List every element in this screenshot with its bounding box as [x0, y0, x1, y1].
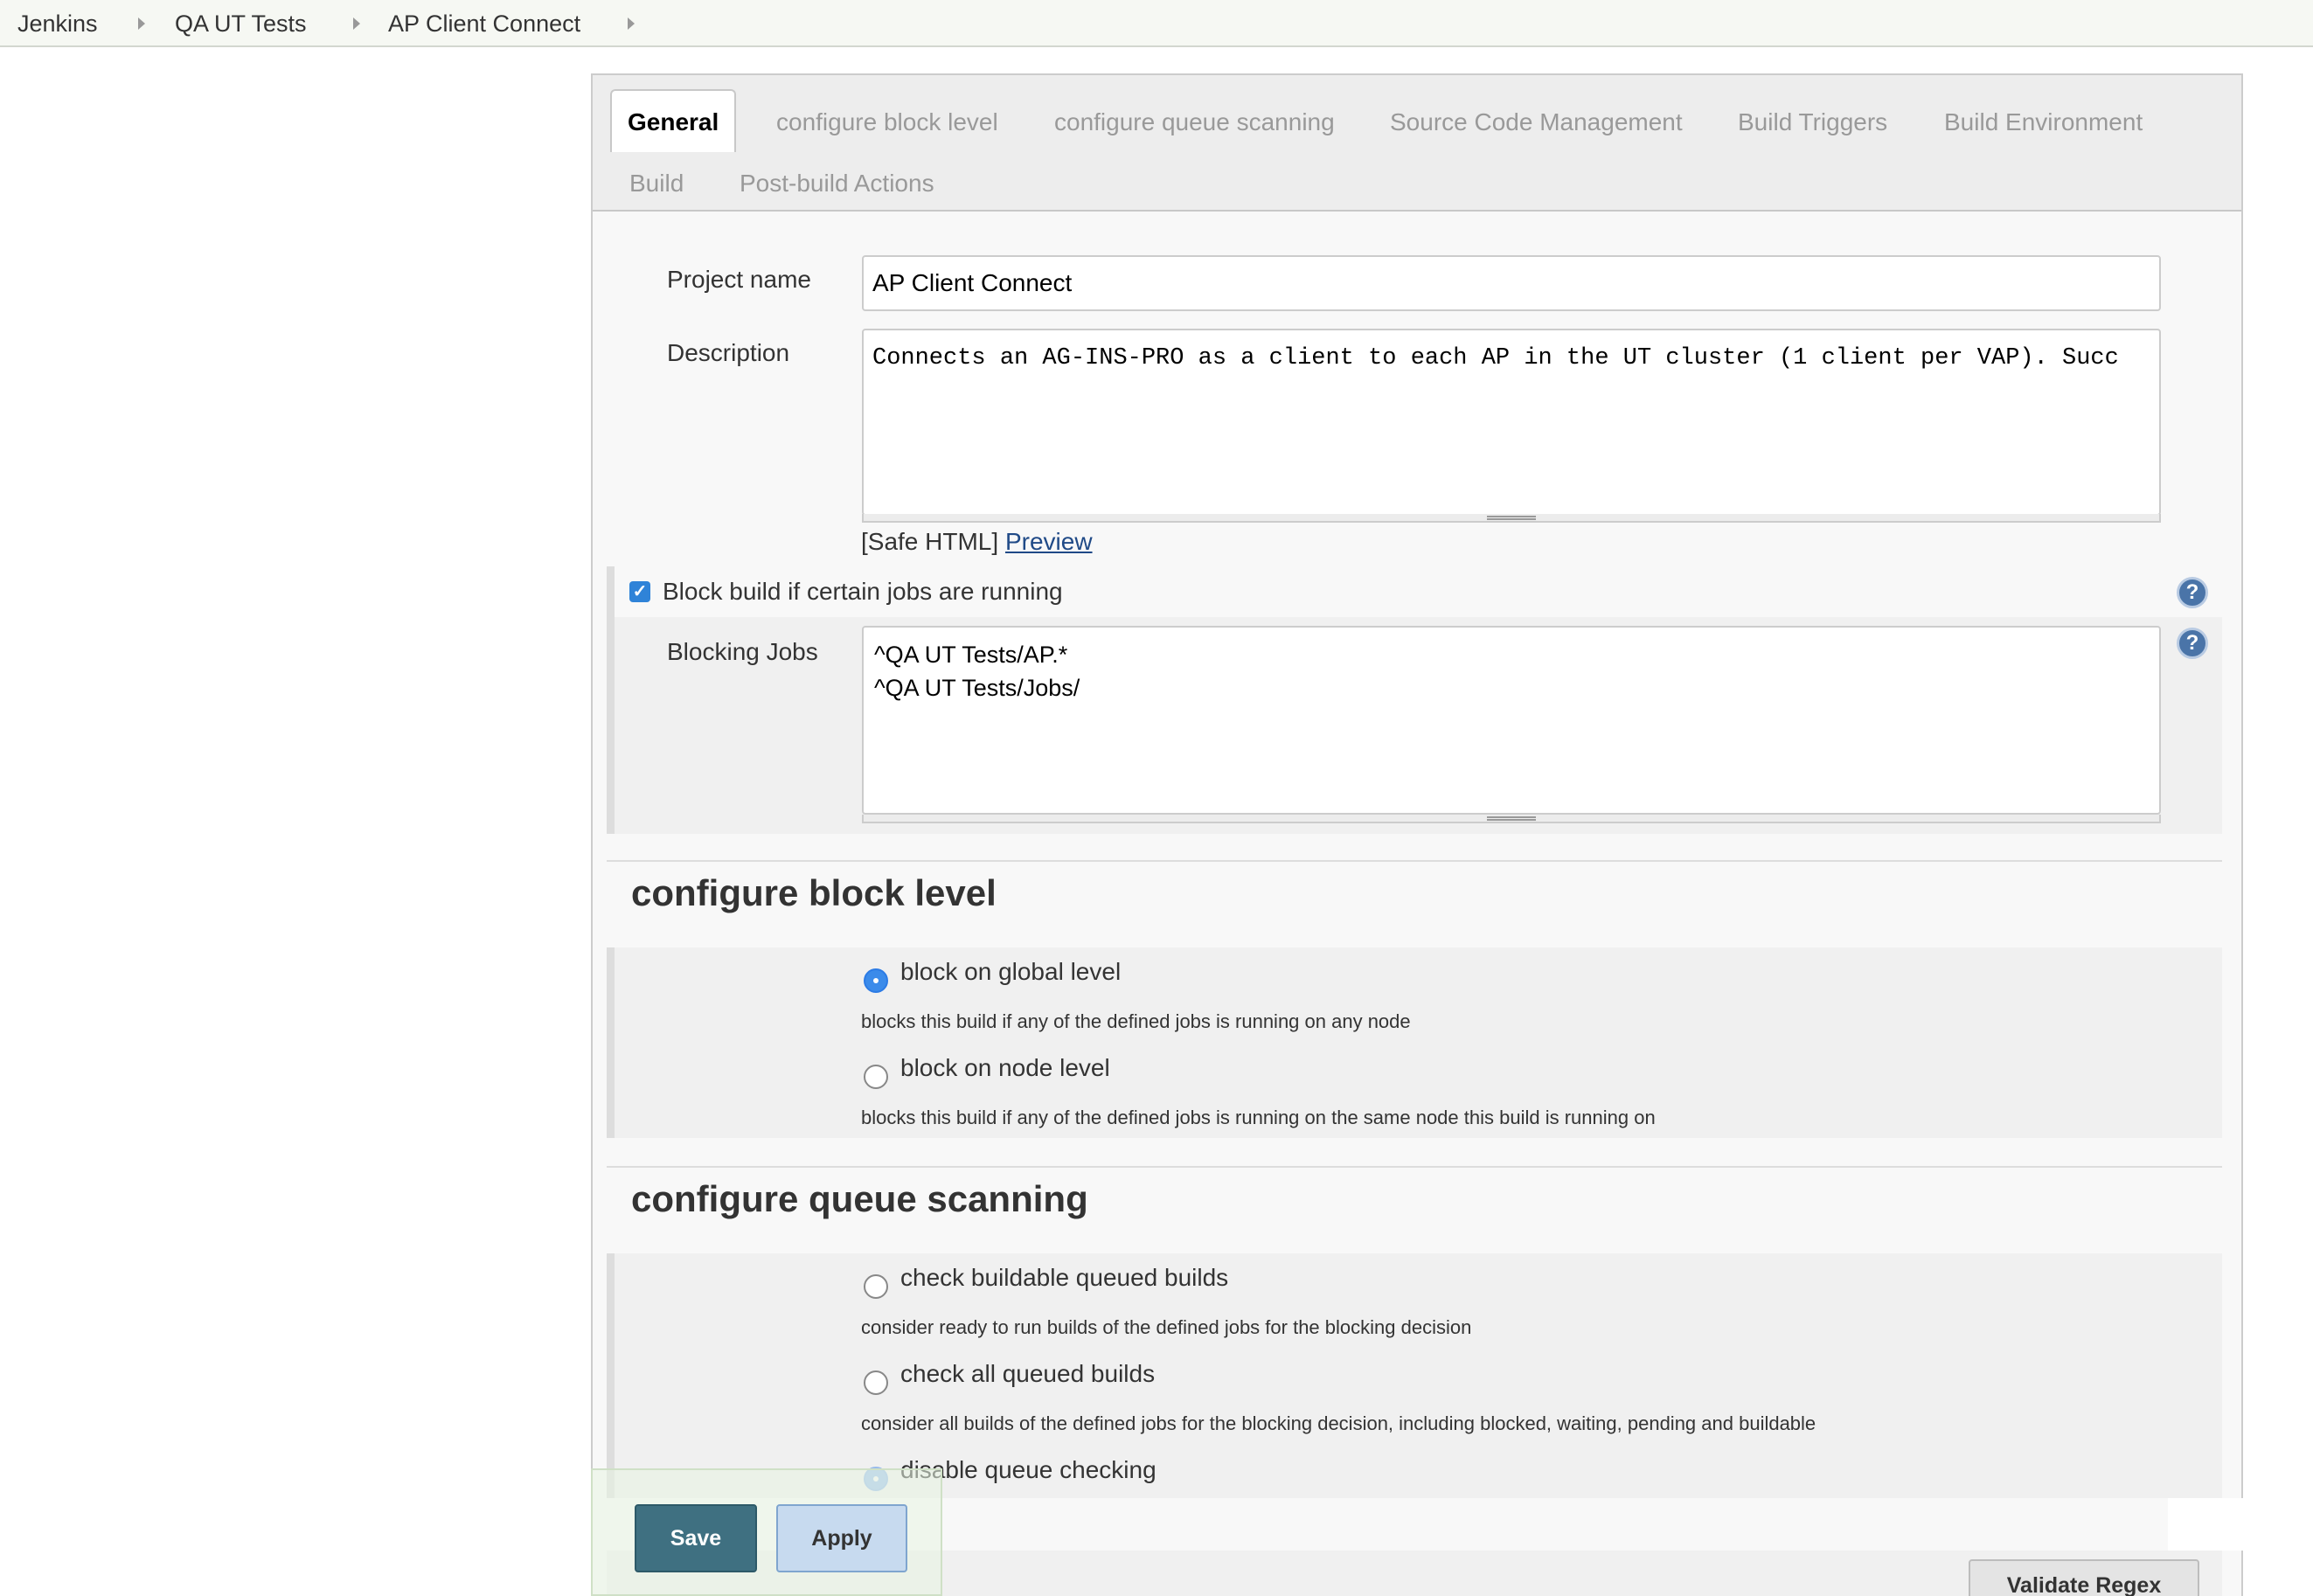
breadcrumb-jenkins[interactable]: Jenkins [17, 0, 98, 47]
safe-html-row: [Safe HTML] Preview [861, 528, 1093, 556]
apply-button[interactable]: Apply [776, 1504, 907, 1572]
block-build-label: Block build if certain jobs are running [663, 578, 1063, 605]
project-name-label: Project name [667, 266, 811, 293]
breadcrumb: Jenkins QA UT Tests AP Client Connect [0, 0, 2313, 47]
check-all-queued-description: consider all builds of the defined jobs … [861, 1412, 1816, 1434]
breadcrumb-ap-client-connect[interactable]: AP Client Connect [388, 0, 580, 47]
tab-build-environment[interactable]: Build Environment [1944, 105, 2143, 140]
block-build-checkbox[interactable]: ✓ [629, 581, 650, 602]
description-textarea[interactable]: Connects an AG-INS-PRO as a client to ea… [862, 329, 2161, 516]
safe-html-label: [Safe HTML] [861, 528, 999, 555]
blocking-jobs-resize-handle[interactable] [862, 815, 2161, 823]
block-global-level-description: blocks this build if any of the defined … [861, 1010, 1411, 1032]
tab-build[interactable]: Build [629, 166, 684, 201]
blocking-jobs-textarea[interactable]: ^QA UT Tests/AP.* ^QA UT Tests/Jobs/ [862, 626, 2161, 815]
tab-source-code-management[interactable]: Source Code Management [1390, 105, 1683, 140]
divider [607, 860, 2222, 862]
block-node-level-label: block on node level [900, 1054, 1110, 1081]
tab-bar: General configure block level configure … [593, 75, 2241, 212]
radio-check-buildable-queued[interactable] [864, 1274, 888, 1299]
check-all-queued-label: check all queued builds [900, 1360, 1156, 1387]
checkmark-icon: ✓ [632, 582, 648, 601]
blocking-jobs-text: ^QA UT Tests/AP.* ^QA UT Tests/Jobs/ [874, 642, 1080, 701]
block-level-title: configure block level [631, 872, 997, 913]
panel-gap [2168, 1498, 2243, 1551]
radio-check-all-queued[interactable] [864, 1370, 888, 1395]
radio-block-global-level[interactable] [864, 968, 888, 993]
help-question-icon[interactable]: ? [2177, 577, 2208, 608]
description-text: Connects an AG-INS-PRO as a client to ea… [872, 345, 2119, 371]
preview-link[interactable]: Preview [1005, 528, 1093, 555]
blocking-jobs-label: Blocking Jobs [667, 638, 818, 665]
description-resize-handle[interactable] [862, 514, 2161, 523]
tab-build-triggers[interactable]: Build Triggers [1738, 105, 1887, 140]
queue-scanning-section [607, 1253, 2222, 1498]
queue-scanning-title: configure queue scanning [631, 1178, 1088, 1219]
radio-block-node-level[interactable] [864, 1065, 888, 1089]
caret-right-icon[interactable] [628, 17, 635, 30]
tab-general[interactable]: General [610, 89, 737, 152]
project-name-input[interactable]: AP Client Connect [862, 255, 2161, 311]
description-label: Description [667, 339, 790, 366]
grip-icon [1487, 816, 1536, 821]
grip-icon [1487, 516, 1536, 520]
block-node-level-description: blocks this build if any of the defined … [861, 1107, 1656, 1128]
block-global-level-label: block on global level [900, 958, 1122, 985]
breadcrumb-qa-ut-tests[interactable]: QA UT Tests [175, 0, 307, 47]
check-buildable-queued-description: consider ready to run builds of the defi… [861, 1316, 1472, 1338]
check-buildable-queued-label: check buildable queued builds [900, 1264, 1229, 1291]
help-question-icon[interactable]: ? [2177, 628, 2208, 659]
caret-right-icon[interactable] [138, 17, 145, 30]
divider [607, 1166, 2222, 1168]
tab-configure-block-level[interactable]: configure block level [776, 105, 998, 140]
validate-regex-button[interactable]: Validate Regex [1969, 1559, 2199, 1596]
caret-right-icon[interactable] [353, 17, 360, 30]
tab-post-build-actions[interactable]: Post-build Actions [740, 166, 934, 201]
save-button[interactable]: Save [635, 1504, 757, 1572]
tab-configure-queue-scanning[interactable]: configure queue scanning [1054, 105, 1335, 140]
